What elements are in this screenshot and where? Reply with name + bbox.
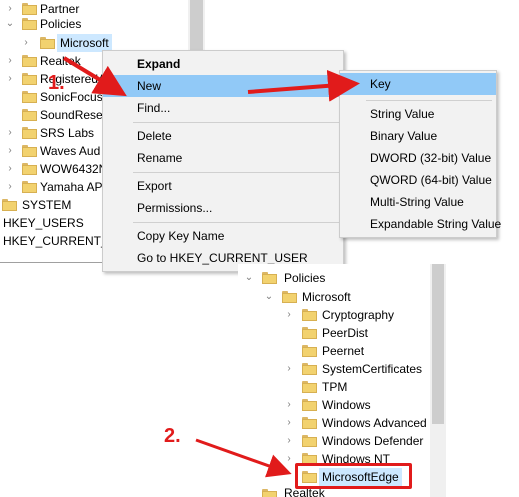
tree-item-policies[interactable]: ⌄ Policies xyxy=(0,15,188,33)
folder-icon xyxy=(302,327,317,339)
chevron-right-icon[interactable]: › xyxy=(5,70,15,88)
menu-item-expand[interactable]: Expand xyxy=(103,53,343,75)
submenu-item-expandable-string-value[interactable]: Expandable String Value xyxy=(340,213,501,235)
submenu-item-string-value[interactable]: String Value xyxy=(340,103,496,125)
menu-item-copy-key-name[interactable]: Copy Key Name xyxy=(103,225,343,247)
tree-item-label: WOW6432N xyxy=(40,162,108,176)
menu-item-permissions[interactable]: Permissions... xyxy=(103,197,343,219)
tree-item-label: Windows Advanced xyxy=(322,416,427,430)
menu-item-delete[interactable]: Delete xyxy=(103,125,343,147)
bottom-tree-scrollbar-thumb[interactable] xyxy=(432,264,444,424)
tree-item-tpm[interactable]: TPM xyxy=(238,378,428,396)
folder-icon xyxy=(302,417,317,429)
tree-item-policies[interactable]: ⌄ Policies xyxy=(238,269,428,287)
tree-item-label: Windows Defender xyxy=(322,434,424,448)
folder-icon xyxy=(22,109,37,121)
tree-item-peerdist[interactable]: PeerDist xyxy=(238,324,428,342)
submenu-item-dword-value[interactable]: DWORD (32-bit) Value xyxy=(340,147,496,169)
menu-item-rename[interactable]: Rename xyxy=(103,147,343,169)
tree-item-microsoft[interactable]: ⌄ Microsoft xyxy=(238,288,428,306)
tree-item-label: Policies xyxy=(40,17,82,31)
tree-item-windows-advanced[interactable]: › Windows Advanced xyxy=(238,414,428,432)
folder-icon xyxy=(22,127,37,139)
tree-item-label: SYSTEM xyxy=(22,198,72,212)
tree-item-windows[interactable]: › Windows xyxy=(238,396,428,414)
chevron-right-icon[interactable]: › xyxy=(5,124,15,142)
submenu-item-multi-string-value[interactable]: Multi-String Value xyxy=(340,191,496,213)
folder-icon xyxy=(302,435,317,447)
chevron-right-icon[interactable]: › xyxy=(284,450,294,468)
folder-icon xyxy=(22,73,37,85)
highlight-box-microsoftedge xyxy=(295,463,412,489)
folder-icon xyxy=(22,55,37,67)
tree-item-label: TPM xyxy=(322,380,348,394)
folder-icon xyxy=(22,18,37,30)
tree-item-peernet[interactable]: Peernet xyxy=(238,342,428,360)
tree-item-label: Realtek xyxy=(40,54,81,68)
folder-icon xyxy=(282,291,297,303)
tree-item-windows-defender[interactable]: › Windows Defender xyxy=(238,432,428,450)
menu-item-find[interactable]: Find... xyxy=(103,97,343,119)
context-menu: Expand New › Find... Delete Rename Expor… xyxy=(102,50,344,272)
chevron-right-icon[interactable]: › xyxy=(284,414,294,432)
tree-item-label: Microsoft xyxy=(302,290,351,304)
folder-icon xyxy=(302,309,317,321)
chevron-right-icon[interactable]: › xyxy=(5,142,15,160)
chevron-right-icon[interactable]: › xyxy=(5,52,15,70)
new-submenu: Key String Value Binary Value DWORD (32-… xyxy=(339,70,501,238)
folder-icon xyxy=(262,272,277,284)
chevron-down-icon[interactable]: ⌄ xyxy=(5,15,15,33)
tree-item-label: Peernet xyxy=(322,344,365,358)
folder-icon xyxy=(2,199,17,211)
tree-item-label: HKEY_CURRENT_C xyxy=(3,234,117,248)
tree-item-label: SystemCertificates xyxy=(322,362,423,376)
folder-icon xyxy=(302,399,317,411)
menu-separator xyxy=(133,172,339,173)
chevron-right-icon[interactable]: › xyxy=(284,432,294,450)
menu-separator xyxy=(133,122,339,123)
tree-item-label: Policies xyxy=(284,271,326,285)
tree-item-label: SRS Labs xyxy=(40,126,95,140)
tree-item-label: SoundRese xyxy=(40,108,103,122)
folder-icon xyxy=(22,3,37,15)
tree-item-label: PeerDist xyxy=(322,326,369,340)
folder-icon xyxy=(40,37,55,49)
tree-item-label: HKEY_USERS xyxy=(3,216,84,230)
chevron-right-icon[interactable]: › xyxy=(284,360,294,378)
menu-item-new[interactable]: New › xyxy=(103,75,343,97)
chevron-right-icon: › xyxy=(329,79,333,93)
chevron-down-icon[interactable]: ⌄ xyxy=(244,269,254,287)
chevron-right-icon[interactable]: › xyxy=(5,178,15,196)
folder-icon xyxy=(22,181,37,193)
tree-item-label: Yamaha AP xyxy=(40,180,103,194)
chevron-right-icon[interactable]: › xyxy=(284,396,294,414)
folder-icon xyxy=(22,145,37,157)
tree-item-systemcertificates[interactable]: › SystemCertificates xyxy=(238,360,428,378)
tree-item-label: Windows xyxy=(322,398,371,412)
menu-item-export[interactable]: Export xyxy=(103,175,343,197)
folder-icon xyxy=(302,345,317,357)
chevron-right-icon[interactable]: › xyxy=(5,160,15,178)
submenu-item-binary-value[interactable]: Binary Value xyxy=(340,125,496,147)
chevron-right-icon[interactable]: › xyxy=(21,34,31,52)
folder-icon xyxy=(302,363,317,375)
menu-separator xyxy=(366,100,492,101)
folder-icon xyxy=(22,91,37,103)
step-2-label: 2. xyxy=(164,425,181,447)
menu-separator xyxy=(133,222,339,223)
folder-icon xyxy=(22,163,37,175)
tree-item-cryptography[interactable]: › Cryptography xyxy=(238,306,428,324)
folder-icon xyxy=(302,381,317,393)
menu-item-label: New xyxy=(137,79,162,93)
submenu-item-qword-value[interactable]: QWORD (64-bit) Value xyxy=(340,169,496,191)
chevron-down-icon[interactable]: ⌄ xyxy=(264,288,274,306)
tree-item-label: Cryptography xyxy=(322,308,395,322)
chevron-right-icon[interactable]: › xyxy=(284,306,294,324)
step-1-label: 1. xyxy=(48,72,65,94)
submenu-item-key[interactable]: Key xyxy=(340,73,496,95)
folder-icon xyxy=(262,489,277,497)
tree-item-label: Waves Aud xyxy=(40,144,101,158)
